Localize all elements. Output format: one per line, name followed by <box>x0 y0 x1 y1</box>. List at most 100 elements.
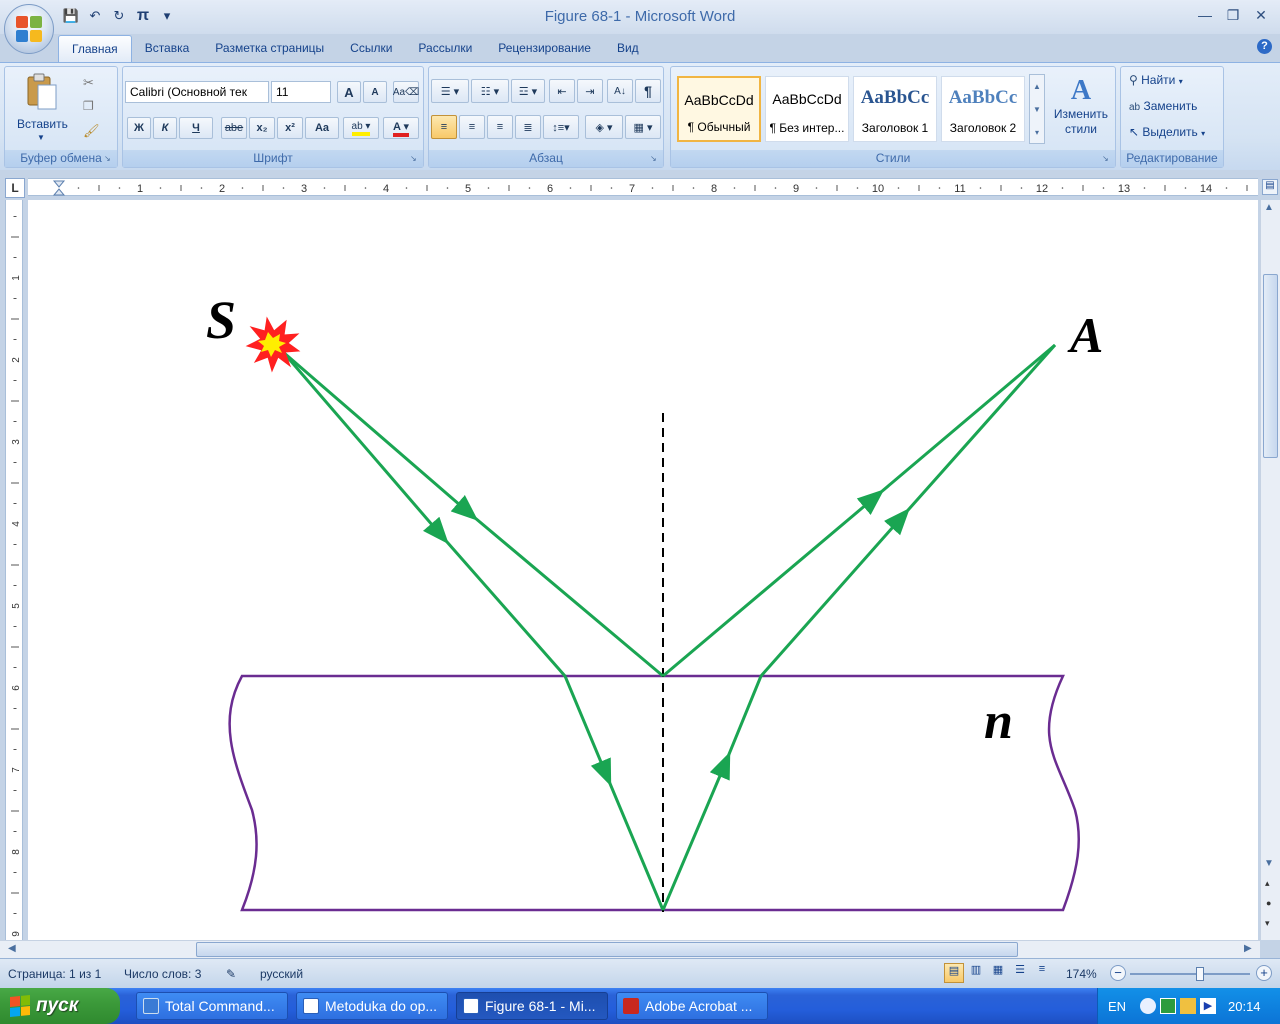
taskbar-figure-68-1[interactable]: Figure 68-1 - Mi... <box>456 992 608 1020</box>
proofing-icon[interactable]: ✎ <box>226 967 236 981</box>
tray-icon-tools[interactable] <box>1180 998 1196 1014</box>
decrease-indent-button[interactable]: ⇤ <box>549 79 575 103</box>
print-layout-view-icon[interactable]: ▤ <box>944 963 964 983</box>
line-spacing-button[interactable]: ↕≡▾ <box>543 115 579 139</box>
style-heading-2[interactable]: AaBbCc Заголовок 2 <box>941 76 1025 142</box>
italic-button[interactable]: К <box>153 117 177 139</box>
scroll-left-icon[interactable]: ◀ <box>8 943 16 954</box>
next-page-icon[interactable]: ▾ <box>1265 918 1270 929</box>
align-center-button[interactable]: ≡ <box>459 115 485 139</box>
subscript-button[interactable]: x₂ <box>249 117 275 139</box>
select-button[interactable]: ↖ Выделить ▾ <box>1129 125 1205 139</box>
find-button[interactable]: ⚲ Найти ▾ <box>1129 73 1183 87</box>
draft-view-icon[interactable]: ≡ <box>1032 963 1052 983</box>
word-count[interactable]: Число слов: 3 <box>124 967 201 981</box>
taskbar-metoduka[interactable]: Metoduka do op... <box>296 992 448 1020</box>
zoom-slider-thumb[interactable] <box>1196 967 1204 981</box>
ruler-toggle-icon[interactable]: ▤ <box>1262 179 1278 195</box>
bullets-button[interactable]: ☰ ▾ <box>431 79 469 103</box>
tray-icon-network[interactable] <box>1140 998 1156 1014</box>
change-case-button[interactable]: Aa <box>305 117 339 139</box>
taskbar-adobe-acrobat[interactable]: Adobe Acrobat ... <box>616 992 768 1020</box>
horizontal-scrollbar[interactable]: ◀ ▶ <box>0 940 1260 958</box>
clipboard-launcher-icon[interactable]: ↘ <box>104 154 114 164</box>
font-launcher-icon[interactable]: ↘ <box>410 154 420 164</box>
paragraph-launcher-icon[interactable]: ↘ <box>650 154 660 164</box>
start-button[interactable]: пуск <box>0 988 120 1024</box>
copy-icon[interactable]: ❐ <box>83 99 94 113</box>
tab-view[interactable]: Вид <box>604 35 652 62</box>
zoom-level[interactable]: 174% <box>1066 967 1097 981</box>
vertical-ruler[interactable]: 1 2 3 4 5 6 7 8 9 <box>5 200 23 940</box>
cut-icon[interactable]: ✂ <box>83 75 94 91</box>
tab-home[interactable]: Главная <box>58 35 132 62</box>
font-size-combo[interactable]: 11 <box>271 81 331 103</box>
language-indicator[interactable]: русский <box>260 967 303 981</box>
minimize-button[interactable]: — <box>1192 4 1218 26</box>
scroll-down-icon[interactable]: ▼ <box>1264 858 1274 869</box>
page-count[interactable]: Страница: 1 из 1 <box>8 967 101 981</box>
restore-button[interactable]: ❐ <box>1220 4 1246 26</box>
scroll-up-icon[interactable]: ▲ <box>1264 202 1274 213</box>
tab-page-layout[interactable]: Разметка страницы <box>202 35 337 62</box>
highlight-button[interactable]: ab ▾ <box>343 117 379 139</box>
justify-button[interactable]: ≣ <box>515 115 541 139</box>
close-button[interactable]: ✕ <box>1248 4 1274 26</box>
zoom-out-icon[interactable]: − <box>1110 965 1126 981</box>
prev-page-icon[interactable]: ▴ <box>1265 878 1270 889</box>
help-icon[interactable]: ? <box>1257 39 1272 54</box>
keyboard-language[interactable]: EN <box>1108 999 1126 1014</box>
document-page[interactable]: S A n <box>28 200 1258 940</box>
clock[interactable]: 20:14 <box>1228 999 1261 1014</box>
align-left-button[interactable]: ≡ <box>431 115 457 139</box>
style-no-spacing[interactable]: AaBbCcDd ¶ Без интер... <box>765 76 849 142</box>
web-layout-view-icon[interactable]: ▦ <box>988 963 1008 983</box>
sort-button[interactable]: A↓ <box>607 79 633 103</box>
underline-button[interactable]: Ч <box>179 117 213 139</box>
zoom-slider[interactable] <box>1130 967 1250 981</box>
superscript-button[interactable]: x² <box>277 117 303 139</box>
tray-icon-media[interactable]: ▶ <box>1200 998 1216 1014</box>
align-right-button[interactable]: ≡ <box>487 115 513 139</box>
grow-font-button[interactable]: A <box>337 81 361 103</box>
change-styles-button[interactable]: A Изменить стили <box>1049 73 1113 149</box>
shading-button[interactable]: ◈ ▾ <box>585 115 623 139</box>
style-normal[interactable]: AaBbCcDd ¶ Обычный <box>677 76 761 142</box>
styles-launcher-icon[interactable]: ↘ <box>1102 154 1112 164</box>
clear-format-button[interactable]: Aa⌫ <box>393 81 419 103</box>
outline-view-icon[interactable]: ☰ <box>1010 963 1030 983</box>
numbering-button[interactable]: ☷ ▾ <box>471 79 509 103</box>
format-painter-icon[interactable]: 🖌 <box>83 123 100 139</box>
vertical-scroll-thumb[interactable] <box>1263 274 1278 458</box>
tab-insert[interactable]: Вставка <box>132 35 203 62</box>
shrink-font-button[interactable]: A <box>363 81 387 103</box>
scroll-right-icon[interactable]: ▶ <box>1244 943 1252 954</box>
font-color-button[interactable]: A ▾ <box>383 117 419 139</box>
zoom-in-icon[interactable]: + <box>1256 965 1272 981</box>
full-screen-reading-view-icon[interactable]: ▥ <box>966 963 986 983</box>
strikethrough-button[interactable]: abe <box>221 117 247 139</box>
increase-indent-button[interactable]: ⇥ <box>577 79 603 103</box>
tab-mailings[interactable]: Рассылки <box>405 35 485 62</box>
select-browse-object-icon[interactable]: ● <box>1266 898 1271 908</box>
tab-references[interactable]: Ссылки <box>337 35 405 62</box>
indent-marker-icon[interactable] <box>52 180 66 196</box>
tray-icon-antivirus[interactable] <box>1160 998 1176 1014</box>
replace-button[interactable]: ab Заменить <box>1129 99 1197 113</box>
tab-review[interactable]: Рецензирование <box>485 35 604 62</box>
vertical-scrollbar[interactable]: ▲ ▼ ▴ ● ▾ <box>1260 200 1280 940</box>
styles-scroll[interactable]: ▲ ▼ ▾ <box>1029 74 1045 144</box>
borders-button[interactable]: ▦ ▾ <box>625 115 661 139</box>
ruler-number: 3 <box>11 439 22 445</box>
font-name-combo[interactable]: Calibri (Основной тек <box>125 81 269 103</box>
style-heading-1[interactable]: AaBbCc Заголовок 1 <box>853 76 937 142</box>
show-formatting-button[interactable]: ¶ <box>635 79 661 103</box>
horizontal-ruler[interactable]: 1 2 3 4 5 6 7 8 9 10 11 12 13 14 <box>28 178 1258 196</box>
horizontal-scroll-thumb[interactable] <box>196 942 1018 957</box>
multilevel-list-button[interactable]: ☲ ▾ <box>511 79 545 103</box>
taskbar-total-commander[interactable]: Total Command... <box>136 992 288 1020</box>
tab-selector[interactable]: L <box>5 178 25 198</box>
bold-button[interactable]: Ж <box>127 117 151 139</box>
office-button[interactable] <box>4 4 54 54</box>
paste-button[interactable]: Вставить ▼ <box>13 71 71 143</box>
